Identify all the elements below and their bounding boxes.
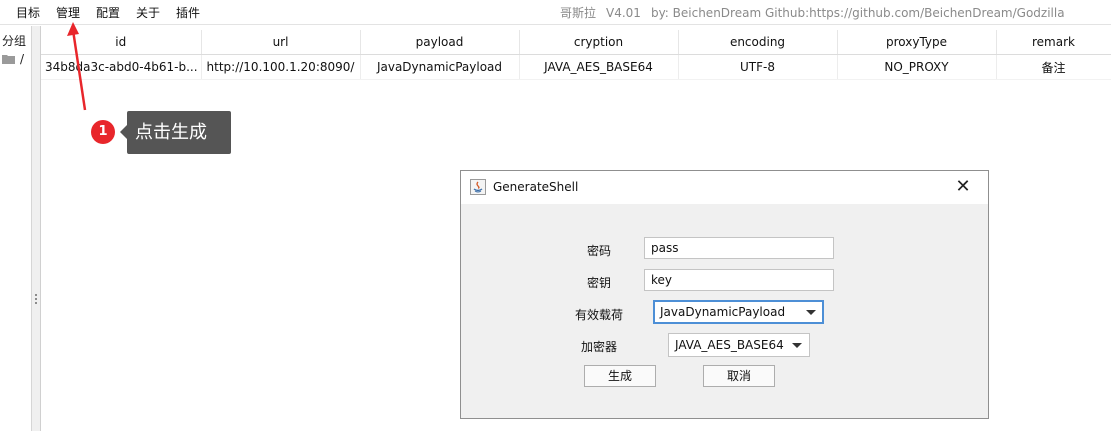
chevron-down-icon — [792, 343, 802, 348]
menu-about[interactable]: 关于 — [136, 4, 160, 21]
password-field[interactable] — [644, 237, 834, 259]
key-field[interactable] — [644, 269, 834, 291]
password-label: 密码 — [586, 244, 611, 258]
column-header-url[interactable]: url — [201, 30, 361, 55]
payload-label: 有效载荷 — [574, 308, 623, 322]
cell-encoding[interactable]: UTF-8 — [678, 54, 838, 80]
java-icon — [470, 179, 486, 195]
cell-proxytype[interactable]: NO_PROXY — [837, 54, 997, 80]
group-header: 分组 — [2, 34, 27, 48]
payload-select-value: JavaDynamicPayload — [660, 305, 786, 319]
menu-target[interactable]: 目标 — [16, 4, 40, 21]
cryption-label: 加密器 — [580, 340, 617, 354]
close-icon[interactable]: ✕ — [952, 176, 974, 198]
panel-splitter[interactable] — [32, 26, 41, 431]
tooltip-pointer — [120, 125, 127, 139]
chevron-down-icon — [806, 310, 816, 315]
cryption-select-value: JAVA_AES_BASE64 — [675, 338, 784, 352]
splitter-grip-icon — [35, 294, 37, 306]
table-header-row: id url payload cryption encoding proxyTy… — [41, 30, 1111, 55]
app-version: V4.01 — [606, 6, 641, 20]
callout-tooltip: 点击生成 — [127, 111, 231, 154]
column-header-proxytype[interactable]: proxyType — [837, 30, 997, 55]
step-badge: 1 — [91, 120, 115, 144]
cell-remark[interactable]: 备注 — [996, 54, 1111, 80]
generate-button[interactable]: 生成 — [584, 365, 656, 387]
menu-bar: 目标 管理 配置 关于 插件 哥斯拉 V4.01 by: BeichenDream … — [0, 0, 1111, 25]
key-label: 密钥 — [586, 276, 611, 290]
table-row[interactable]: 34b8da3c-abd0-4b61-b... http://10.100.1.… — [41, 54, 1111, 80]
app-credit: by: BeichenDream Github:https://github.c… — [650, 6, 1065, 20]
column-header-cryption[interactable]: cryption — [519, 30, 679, 55]
menu-plugins[interactable]: 插件 — [176, 4, 200, 21]
generate-shell-dialog: GenerateShell ✕ 密码 密钥 有效载荷 JavaDynamicPa… — [460, 170, 989, 419]
group-tree-root[interactable]: / — [2, 52, 24, 66]
dialog-title: GenerateShell — [493, 180, 579, 194]
group-panel: 分组 / — [0, 26, 32, 431]
cell-cryption[interactable]: JAVA_AES_BASE64 — [519, 54, 679, 80]
callout-arrow-icon — [67, 22, 87, 111]
menu-config[interactable]: 配置 — [96, 4, 120, 21]
payload-select[interactable]: JavaDynamicPayload — [653, 300, 824, 324]
group-root-label: / — [20, 52, 25, 66]
cryption-select[interactable]: JAVA_AES_BASE64 — [668, 333, 810, 357]
cell-url[interactable]: http://10.100.1.20:8090/ — [201, 54, 361, 80]
column-header-encoding[interactable]: encoding — [678, 30, 838, 55]
column-header-remark[interactable]: remark — [996, 30, 1111, 55]
folder-icon — [2, 54, 15, 64]
app-name: 哥斯拉 — [560, 6, 597, 20]
app-title: 哥斯拉 V4.01 by: BeichenDream Github:https://… — [560, 4, 1075, 21]
dialog-titlebar[interactable]: GenerateShell ✕ — [461, 171, 988, 204]
cell-payload[interactable]: JavaDynamicPayload — [360, 54, 520, 80]
cancel-button[interactable]: 取消 — [703, 365, 775, 387]
menu-manage[interactable]: 管理 — [56, 4, 80, 21]
column-header-payload[interactable]: payload — [360, 30, 520, 55]
